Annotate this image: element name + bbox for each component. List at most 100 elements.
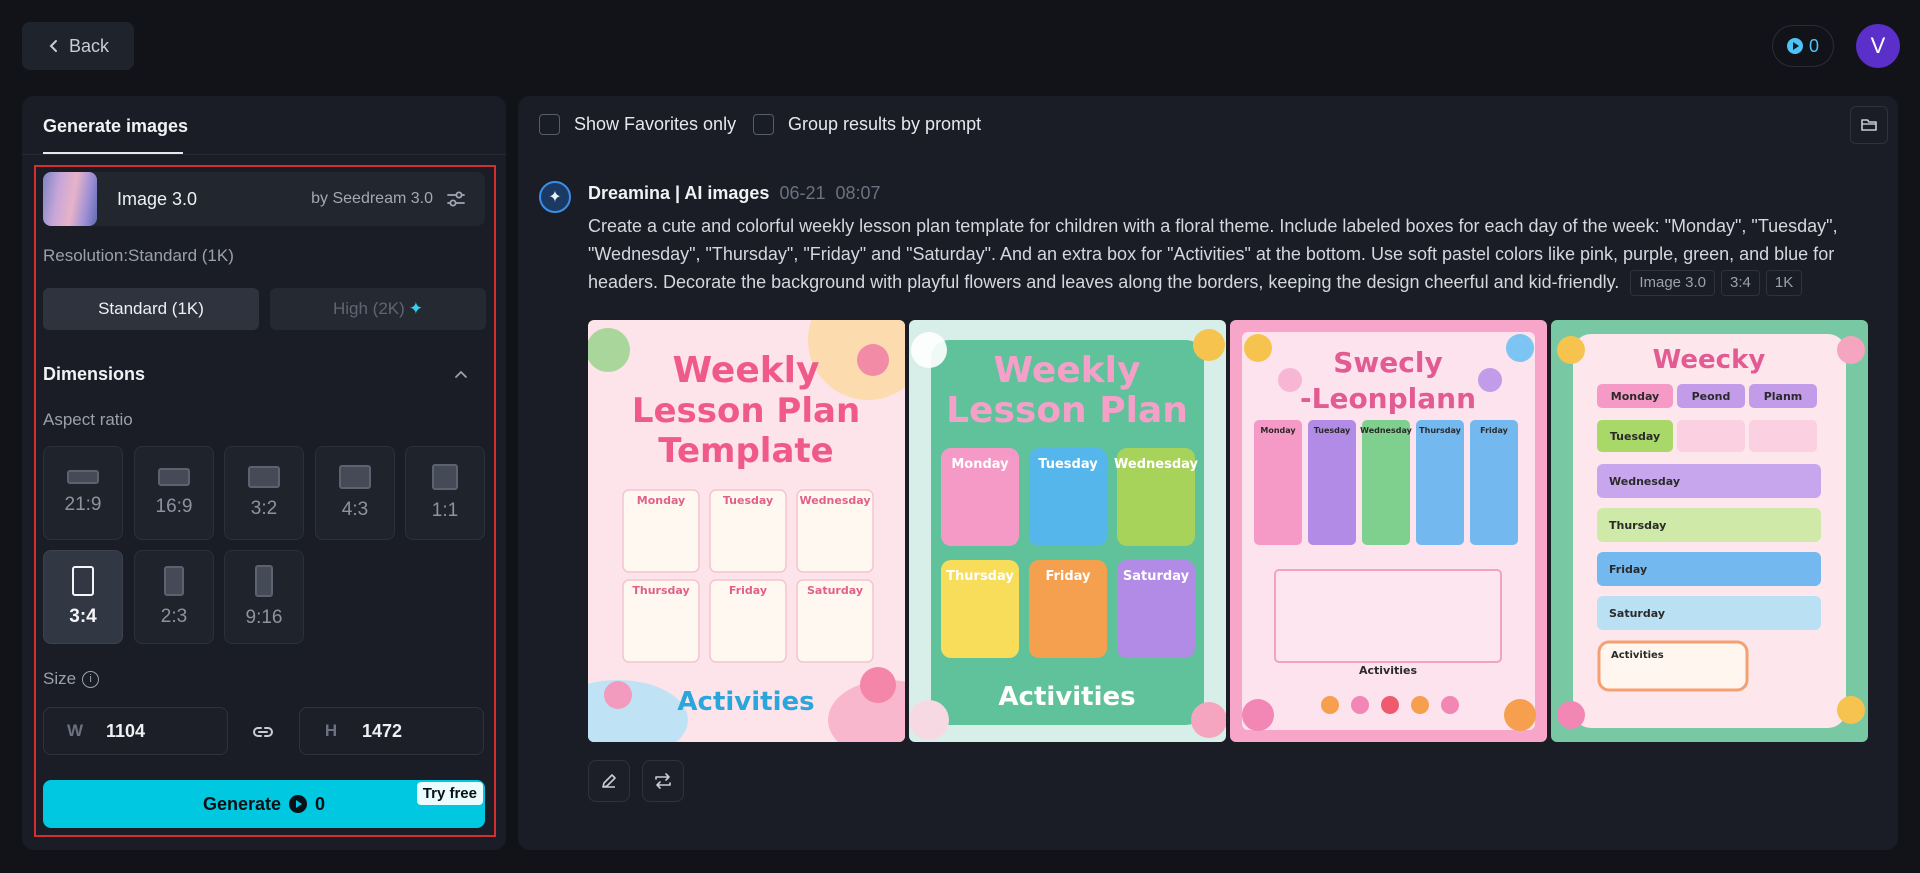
day-label: Monday [637,494,685,507]
aspect-shape-icon [432,464,458,490]
favorites-checkbox[interactable] [539,114,560,135]
image-title-line: Template [658,431,833,471]
day-label: Friday [1609,563,1647,576]
prompt-text-block: Create a cute and colorful weekly lesson… [588,212,1858,296]
aspect-21-9-button[interactable]: 21:9 [43,446,123,540]
day-label: Wednesday [1360,426,1412,435]
day-label: Wednesday [1114,457,1198,472]
folder-button[interactable] [1850,106,1888,144]
back-button[interactable]: Back [22,22,134,70]
aspect-ratio-label: Aspect ratio [43,410,133,429]
credits-badge[interactable]: 0 [1772,25,1834,67]
image-footer: Activities [998,682,1135,712]
message-date: 06-21 [779,183,826,203]
resolution-standard-button[interactable]: Standard (1K) [43,288,259,330]
show-favorites-toggle[interactable]: Show Favorites only [539,114,736,135]
day-label: Tuesday [1314,426,1351,435]
link-icon[interactable] [250,719,276,745]
aspect-shape-icon [72,566,94,596]
image-title-line: Weekly [672,350,819,391]
image-title-line: Swecly [1333,346,1442,379]
aspect-16-9-button[interactable]: 16:9 [134,446,214,540]
result-image-3[interactable]: Swecly -Leonplann Monday Tuesday Wednesd… [1230,320,1547,742]
aspect-1-1-button[interactable]: 1:1 [405,446,485,540]
aspect-label: 3:4 [69,606,97,627]
image-title-line: -Leonplann [1300,382,1476,415]
resolution-high-button[interactable]: High (2K) ✦ [270,288,486,330]
day-label: Planm [1764,390,1803,403]
generate-button[interactable]: Generate 0 Try free [43,780,485,828]
aspect-shape-icon [339,465,371,489]
day-label: Friday [1045,569,1091,584]
height-label: H [324,721,338,740]
aspect-4-3-button[interactable]: 4:3 [315,446,395,540]
folder-icon [1861,119,1877,131]
chevron-left-icon [49,40,57,52]
aspect-shape-icon [255,565,273,597]
sliders-icon[interactable] [445,188,467,210]
chevron-up-icon[interactable] [452,366,470,384]
aspect-label: 1:1 [431,500,459,521]
day-label: Tuesday [1610,430,1660,443]
size-label-row: Size i [43,669,100,689]
model-thumbnail [43,172,97,226]
resolution-label: Resolution:Standard (1K) [43,246,234,265]
group-results-toggle[interactable]: Group results by prompt [753,114,981,135]
info-icon[interactable]: i [82,670,100,688]
aspect-label: 21:9 [64,494,102,515]
user-avatar[interactable]: V [1856,24,1900,68]
credits-count: 0 [1808,35,1819,56]
width-field[interactable]: W 1104 [43,707,228,755]
height-value[interactable]: 1472 [362,721,402,742]
model-selector[interactable]: Image 3.0 by Seedream 3.0 [43,172,485,226]
pencil-icon [602,774,616,788]
result-images: Weekly Lesson Plan Template Monday Tuesd… [588,320,1868,742]
edit-button[interactable] [588,760,630,802]
group-results-label: Group results by prompt [788,114,982,134]
height-field[interactable]: H 1472 [299,707,484,755]
aspect-2-3-button[interactable]: 2:3 [134,550,214,644]
day-label: Tuesday [723,494,773,507]
result-image-4[interactable]: Weecky Monday Peond Planm Tuesday Wednes… [1551,320,1868,742]
day-label: Saturday [1123,569,1190,584]
aspect-label: 2:3 [160,606,188,627]
aspect-label: 3:2 [250,498,278,519]
generate-label: Generate [202,793,282,814]
day-label: Friday [1480,426,1509,435]
regenerate-button[interactable] [642,760,684,802]
day-label: Peond [1692,390,1731,403]
image-title-line: Weecky [1653,345,1766,375]
group-checkbox[interactable] [753,114,774,135]
generate-cost: 0 [315,793,326,814]
model-provider: by Seedream 3.0 [311,190,433,207]
result-image-1[interactable]: Weekly Lesson Plan Template Monday Tuesd… [588,320,905,742]
width-value[interactable]: 1104 [106,721,145,742]
dreamina-logo-icon: ✦ [539,181,571,213]
result-image-2[interactable]: Weekly Lesson Plan Monday Tuesday Wednes… [909,320,1226,742]
width-label: W [66,721,84,740]
aspect-shape-icon [164,566,184,596]
message-time: 08:07 [835,183,881,203]
day-label: Wednesday [1609,475,1680,488]
aspect-9-16-button[interactable]: 9:16 [224,550,304,644]
image-footer: Activities [677,687,814,717]
tab-generate-images[interactable]: Generate images [43,116,188,137]
try-free-badge: Try free [416,782,483,805]
aspect-shape-icon [248,466,280,488]
aspect-3-4-button[interactable]: 3:4 [43,550,123,644]
message-author: Dreamina | AI images [588,183,770,203]
image-title-line: Lesson Plan [632,391,860,431]
aspect-shape-icon [67,470,99,484]
image-title-line: Lesson Plan [946,390,1188,431]
ratio-tag: 3:4 [1721,270,1760,296]
day-label: Thursday [1419,426,1461,435]
aspect-label: 9:16 [245,607,283,628]
resolution-tag: 1K [1765,270,1803,296]
day-label: Monday [1611,390,1659,403]
aspect-3-2-button[interactable]: 3:2 [224,446,304,540]
day-label: Monday [951,457,1009,472]
model-tag: Image 3.0 [1630,270,1716,296]
model-name: Image 3.0 [117,188,198,209]
message-header: Dreamina | AI images 06-21 08:07 [588,183,881,204]
size-label: Size [43,669,77,688]
